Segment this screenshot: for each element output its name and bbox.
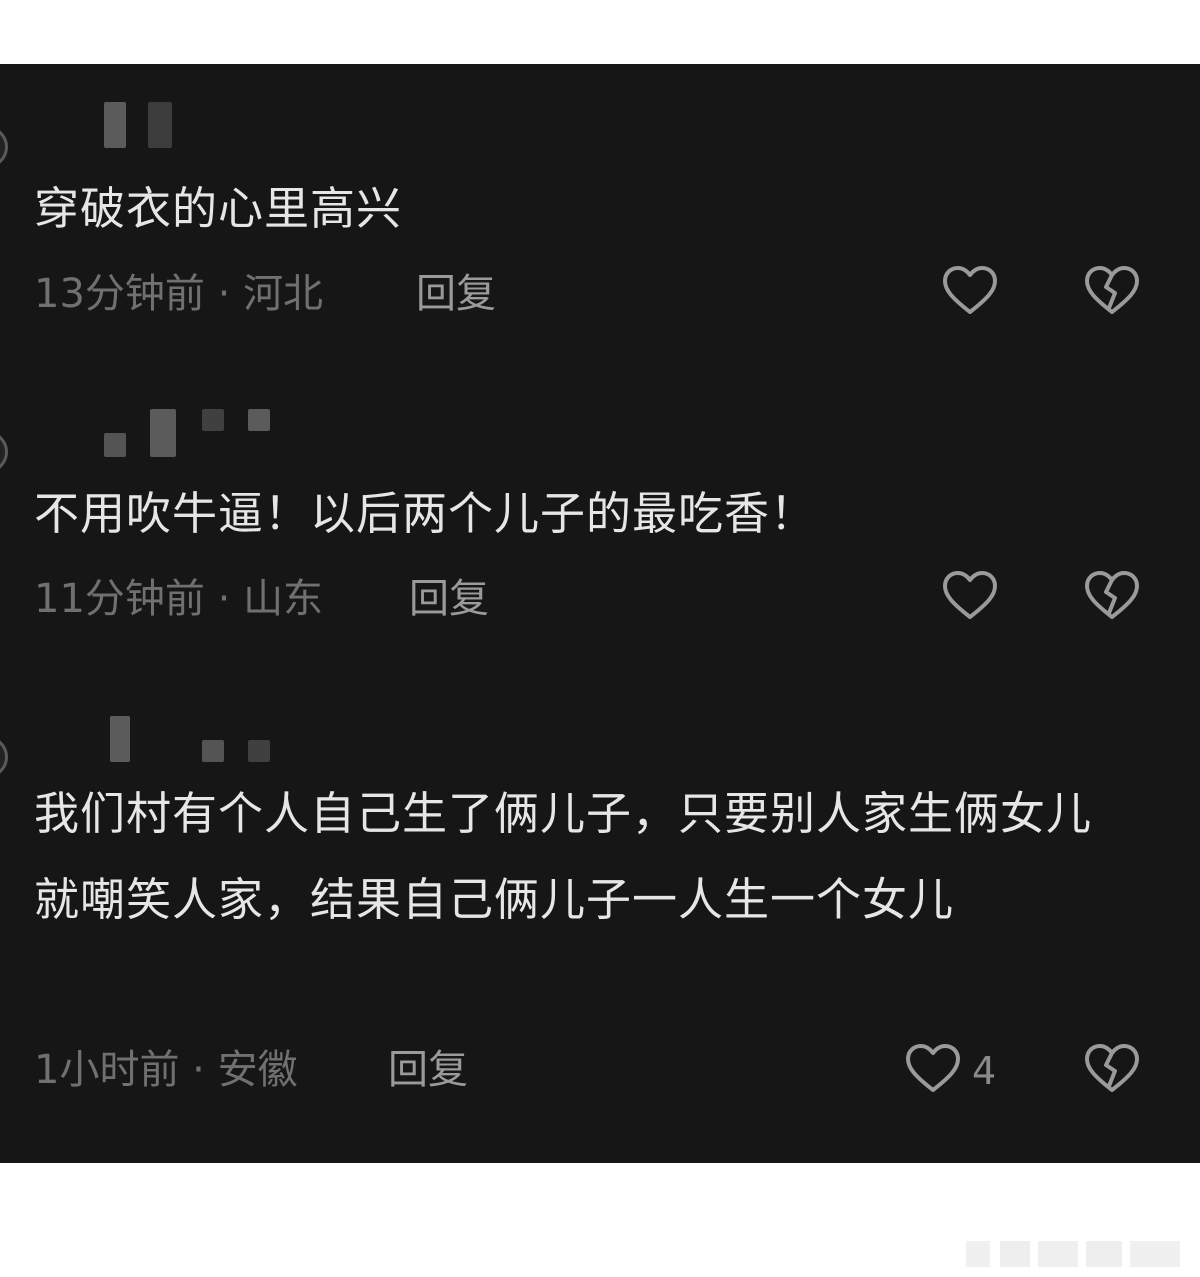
broken-heart-icon xyxy=(1085,1044,1139,1092)
comment-location: 河北 xyxy=(243,271,324,317)
like-button[interactable] xyxy=(940,567,1000,627)
comment-text: 穿破衣的心里高兴 xyxy=(34,182,403,235)
comment-list: 穿破衣的心里高兴 13分钟前 · 河北 回复 不用吹牛逼！以后两个儿子的最吃香！ xyxy=(0,64,1200,1163)
like-button[interactable] xyxy=(903,1040,963,1100)
reply-button[interactable]: 回复 xyxy=(409,574,489,624)
reply-button[interactable]: 回复 xyxy=(388,1045,468,1095)
comment-time: 1小时前 xyxy=(34,1047,180,1093)
broken-heart-icon xyxy=(1085,571,1139,619)
comment-time: 11分钟前 xyxy=(34,576,205,622)
meta-separator: · xyxy=(204,576,244,622)
comment-time: 13分钟前 xyxy=(34,271,205,317)
comment-location: 山东 xyxy=(243,576,324,622)
username-blurred[interactable] xyxy=(52,716,270,766)
comment-meta: 11分钟前 · 山东 xyxy=(34,574,323,624)
dislike-button[interactable] xyxy=(1082,1040,1142,1100)
broken-heart-icon xyxy=(1085,266,1139,314)
comment-text: 我们村有个人自己生了俩儿子，只要别人家生俩女儿就嘲笑人家，结果自己俩儿子一人生一… xyxy=(34,787,1093,926)
meta-separator: · xyxy=(204,271,244,317)
heart-outline-icon xyxy=(943,266,997,314)
like-button[interactable] xyxy=(940,262,1000,322)
avatar[interactable] xyxy=(0,126,8,168)
dislike-button[interactable] xyxy=(1082,567,1142,627)
avatar[interactable] xyxy=(0,736,8,778)
watermark-blurred xyxy=(966,1241,1186,1267)
avatar[interactable] xyxy=(0,431,8,473)
meta-separator: · xyxy=(179,1047,218,1093)
username-blurred[interactable] xyxy=(52,102,252,152)
comment-text: 不用吹牛逼！以后两个儿子的最吃香！ xyxy=(34,487,817,540)
comment-location: 安徽 xyxy=(217,1047,298,1093)
username-blurred[interactable] xyxy=(52,409,272,459)
reply-button[interactable]: 回复 xyxy=(416,269,496,319)
dislike-button[interactable] xyxy=(1082,262,1142,322)
like-count: 4 xyxy=(972,1049,997,1093)
heart-outline-icon xyxy=(906,1044,960,1092)
heart-outline-icon xyxy=(943,571,997,619)
comment-meta: 1小时前 · 安徽 xyxy=(34,1045,298,1095)
comment-meta: 13分钟前 · 河北 xyxy=(34,269,323,319)
